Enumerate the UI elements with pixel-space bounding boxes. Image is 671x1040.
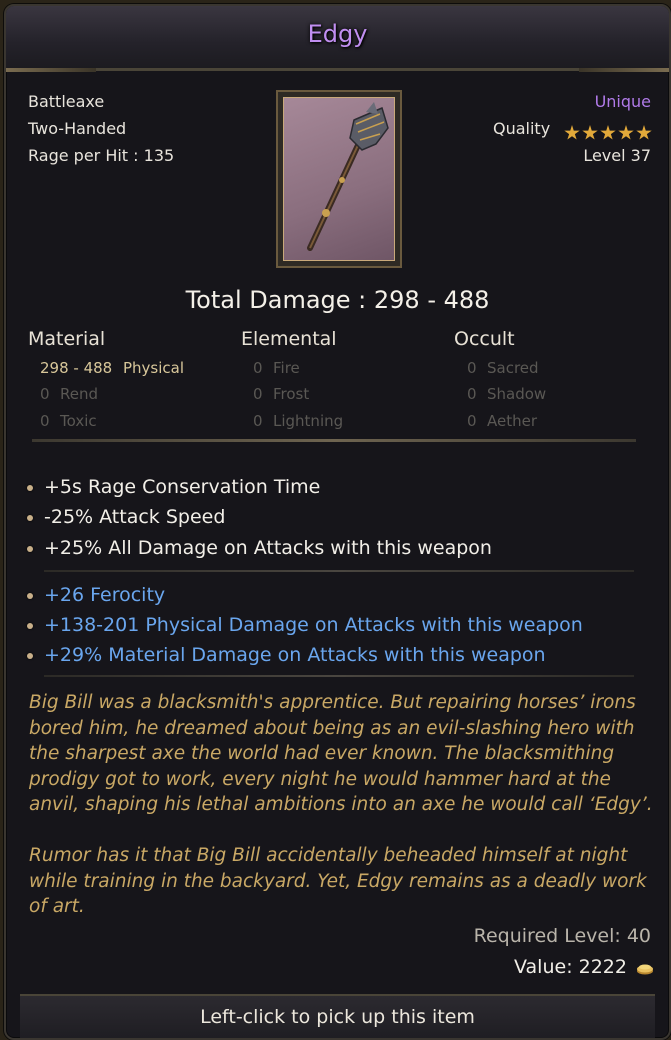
bullet-icon — [27, 653, 33, 659]
star-icon — [618, 125, 634, 140]
lore-paragraph: Big Bill was a blacksmith's apprentice. … — [29, 692, 653, 815]
quality-stars — [564, 125, 652, 141]
bullet-icon — [27, 515, 33, 521]
title-ornament-right — [579, 68, 669, 72]
bullet-icon — [27, 593, 33, 599]
battleaxe-icon — [307, 102, 389, 251]
occult-header: Occult — [454, 328, 515, 350]
damage-value: 0 — [253, 385, 263, 403]
item-portrait — [276, 90, 402, 268]
damage-type: Sacred — [487, 359, 539, 377]
damage-type: Frost — [273, 385, 310, 403]
quality-label: Quality — [493, 119, 551, 138]
item-tooltip: Edgy Battleaxe Two-Handed Rage per Hit :… — [4, 4, 671, 1040]
damage-value: 0 — [467, 385, 477, 403]
title-ornament-left — [6, 68, 96, 72]
star-icon — [636, 125, 652, 140]
affix-line: +25% All Damage on Attacks with this wea… — [44, 537, 492, 559]
magic-affix-line: +26 Ferocity — [44, 584, 166, 606]
damage-value: 0 — [40, 385, 50, 403]
damage-type: Toxic — [60, 412, 97, 430]
affix-divider — [44, 570, 634, 572]
lore-paragraph: Rumor has it that Big Bill accidentally … — [29, 845, 647, 917]
damage-value: 0 — [467, 412, 477, 430]
item-level: Level 37 — [583, 146, 651, 165]
damage-type: Shadow — [487, 385, 547, 403]
damage-value: 0 — [253, 359, 263, 377]
damage-type: Aether — [487, 412, 538, 430]
star-icon — [564, 125, 580, 140]
footer-bar: Left-click to pick up this item — [20, 994, 655, 1038]
damage-value: 0 — [40, 412, 50, 430]
affix-divider — [44, 675, 634, 677]
bullet-icon — [27, 546, 33, 552]
gold-coin-icon — [637, 964, 653, 975]
weapon-type: Battleaxe — [28, 92, 105, 111]
affix-line: +5s Rage Conservation Time — [44, 476, 321, 498]
rage-per-hit: Rage per Hit : 135 — [28, 146, 175, 165]
damage-type: Fire — [273, 359, 300, 377]
magic-affix-line: +29% Material Damage on Attacks with thi… — [44, 644, 546, 666]
damage-value: 0 — [467, 359, 477, 377]
elemental-header: Elemental — [241, 328, 337, 350]
section-divider — [32, 439, 636, 442]
rarity-label: Unique — [594, 92, 651, 111]
required-level: Required Level: 40 — [473, 925, 651, 947]
item-value: Value: 2222 — [514, 956, 627, 978]
title-bar: Edgy — [6, 6, 669, 71]
star-icon — [582, 125, 598, 140]
damage-value: 0 — [253, 412, 263, 430]
total-damage: Total Damage : 298 - 488 — [185, 286, 490, 314]
magic-affix-line: +138-201 Physical Damage on Attacks with… — [44, 614, 583, 636]
damage-type: Lightning — [273, 412, 344, 430]
star-icon — [600, 125, 616, 140]
damage-type: Rend — [60, 385, 99, 403]
affix-line: -25% Attack Speed — [44, 506, 226, 528]
pickup-hint: Left-click to pick up this item — [200, 1006, 475, 1028]
handedness: Two-Handed — [28, 119, 127, 138]
portrait-background — [283, 97, 395, 261]
damage-type: Physical — [123, 359, 185, 377]
bullet-icon — [27, 485, 33, 491]
damage-value: 298 - 488 — [40, 359, 113, 377]
bullet-icon — [27, 623, 33, 629]
material-header: Material — [28, 328, 106, 350]
item-name: Edgy — [307, 20, 368, 48]
